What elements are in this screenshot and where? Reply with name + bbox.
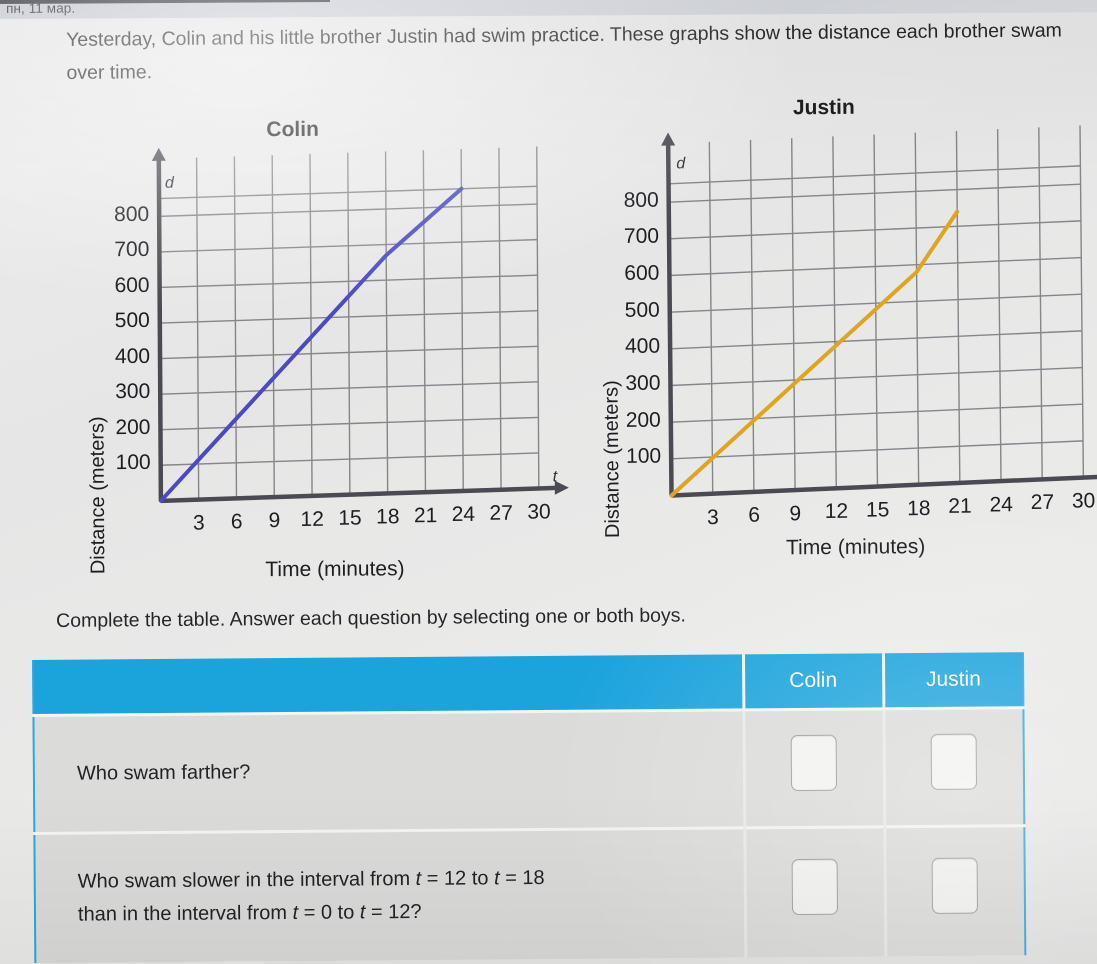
answer-table-body: Who swam farther? Who swam slower in the… — [33, 707, 1026, 963]
colin-y-tick-600: 600 — [114, 273, 150, 297]
question-2-line-1: Who swam slower in the interval from t =… — [78, 860, 726, 898]
justin-x-tick-24: 24 — [989, 493, 1014, 517]
colin-y-tick-100: 100 — [115, 451, 151, 475]
checkbox-colin-row1[interactable] — [790, 734, 838, 791]
question-cell-1: Who swam farther? — [33, 709, 745, 833]
answer-cell-colin-1[interactable] — [743, 708, 885, 828]
colin-x-tick-18: 18 — [376, 505, 400, 529]
screenshot-page: пн, 11 мар. Yesterday, Colin and his lit… — [0, 0, 1097, 964]
header-justin-column: Justin — [882, 652, 1024, 709]
q2-l2-part-b: = 0 to — [298, 901, 360, 924]
colin-x-tick-12: 12 — [300, 507, 324, 531]
justin-x-tick-27: 27 — [1030, 491, 1055, 515]
q2-l1-part-a: Who swam slower in the interval from — [77, 867, 416, 893]
justin-y-tick-700: 700 — [623, 224, 660, 249]
answer-table: Colin Justin Who swam farther? Who swam … — [32, 652, 1027, 963]
colin-x-tick-21: 21 — [413, 504, 438, 528]
checkbox-justin-row1[interactable] — [930, 733, 978, 790]
colin-y-tick-700: 700 — [114, 237, 150, 262]
justin-y-tick-500: 500 — [624, 298, 660, 322]
colin-x-tick-15: 15 — [338, 506, 362, 530]
justin-y-tick-400: 400 — [624, 334, 661, 359]
colin-y-tick-500: 500 — [114, 309, 150, 333]
justin-y-tick-100: 100 — [626, 444, 662, 469]
justin-x-tick-12: 12 — [824, 500, 849, 524]
table-prompt: Complete the table. Answer each question… — [56, 604, 686, 632]
table-row: Who swam slower in the interval from t =… — [34, 825, 1026, 963]
question-1-text: Who swam farther? — [76, 760, 251, 785]
colin-y-tick-800: 800 — [114, 202, 150, 226]
colin-x-tick-30: 30 — [527, 500, 551, 524]
colin-x-tick-6: 6 — [230, 510, 243, 534]
justin-y-tick-300: 300 — [625, 371, 661, 395]
q2-l2-part-c: = 12? — [365, 900, 422, 924]
answer-cell-colin-2[interactable] — [744, 826, 886, 958]
colin-x-tick-9: 9 — [268, 509, 281, 533]
status-bar-date: пн, 11 мар. — [6, 0, 76, 16]
answer-table-container: Colin Justin Who swam farther? Who swam … — [32, 652, 1034, 964]
colin-chart: Colin Distance (meters) Time (minutes) d… — [13, 116, 576, 589]
q2-l1-part-b: = 12 to — [421, 867, 495, 890]
answer-table-header: Colin Justin — [32, 652, 1024, 715]
justin-x-tick-15: 15 — [865, 498, 890, 522]
justin-x-tick-18: 18 — [907, 496, 931, 520]
answer-cell-justin-1[interactable] — [883, 707, 1025, 827]
colin-y-tick-200: 200 — [115, 415, 151, 439]
table-header-row: Colin Justin — [32, 652, 1024, 715]
justin-x-tick-6: 6 — [748, 503, 761, 527]
justin-x-tick-21: 21 — [948, 494, 972, 519]
colin-y-tick-300: 300 — [115, 380, 151, 404]
q2-l2-part-a: than in the interval from — [77, 901, 293, 926]
question-cell-2: Who swam slower in the interval from t =… — [34, 827, 746, 963]
colin-x-tick-24: 24 — [451, 502, 476, 527]
checkbox-justin-row2[interactable] — [931, 857, 979, 915]
colin-x-tick-27: 27 — [489, 501, 513, 525]
intro-paragraph: Yesterday, Colin and his little brother … — [66, 19, 1062, 84]
checkbox-colin-row2[interactable] — [791, 858, 839, 916]
table-row: Who swam farther? — [33, 707, 1025, 833]
question-2-line-2: than in the interval from t = 0 to t = 1… — [78, 893, 726, 931]
header-colin-column: Colin — [742, 653, 884, 710]
justin-y-tick-200: 200 — [625, 408, 661, 432]
q2-l1-part-c: = 18 — [499, 866, 545, 890]
justin-x-tick-9: 9 — [789, 502, 802, 526]
justin-y-tick-800: 800 — [623, 188, 659, 212]
justin-y-tick-600: 600 — [624, 261, 660, 285]
justin-x-tick-30: 30 — [1071, 489, 1096, 513]
justin-x-tick-3: 3 — [706, 505, 719, 529]
answer-cell-justin-2[interactable] — [884, 825, 1026, 957]
header-question-column — [32, 654, 744, 715]
colin-x-tick-3: 3 — [192, 511, 205, 535]
justin-x-axis-label: Time (minutes) — [785, 535, 926, 560]
colin-x-axis-label: Time (minutes) — [265, 557, 405, 582]
colin-y-tick-400: 400 — [114, 344, 151, 368]
justin-chart: Justin Distance (meters) Time (minutes) … — [550, 93, 1097, 576]
